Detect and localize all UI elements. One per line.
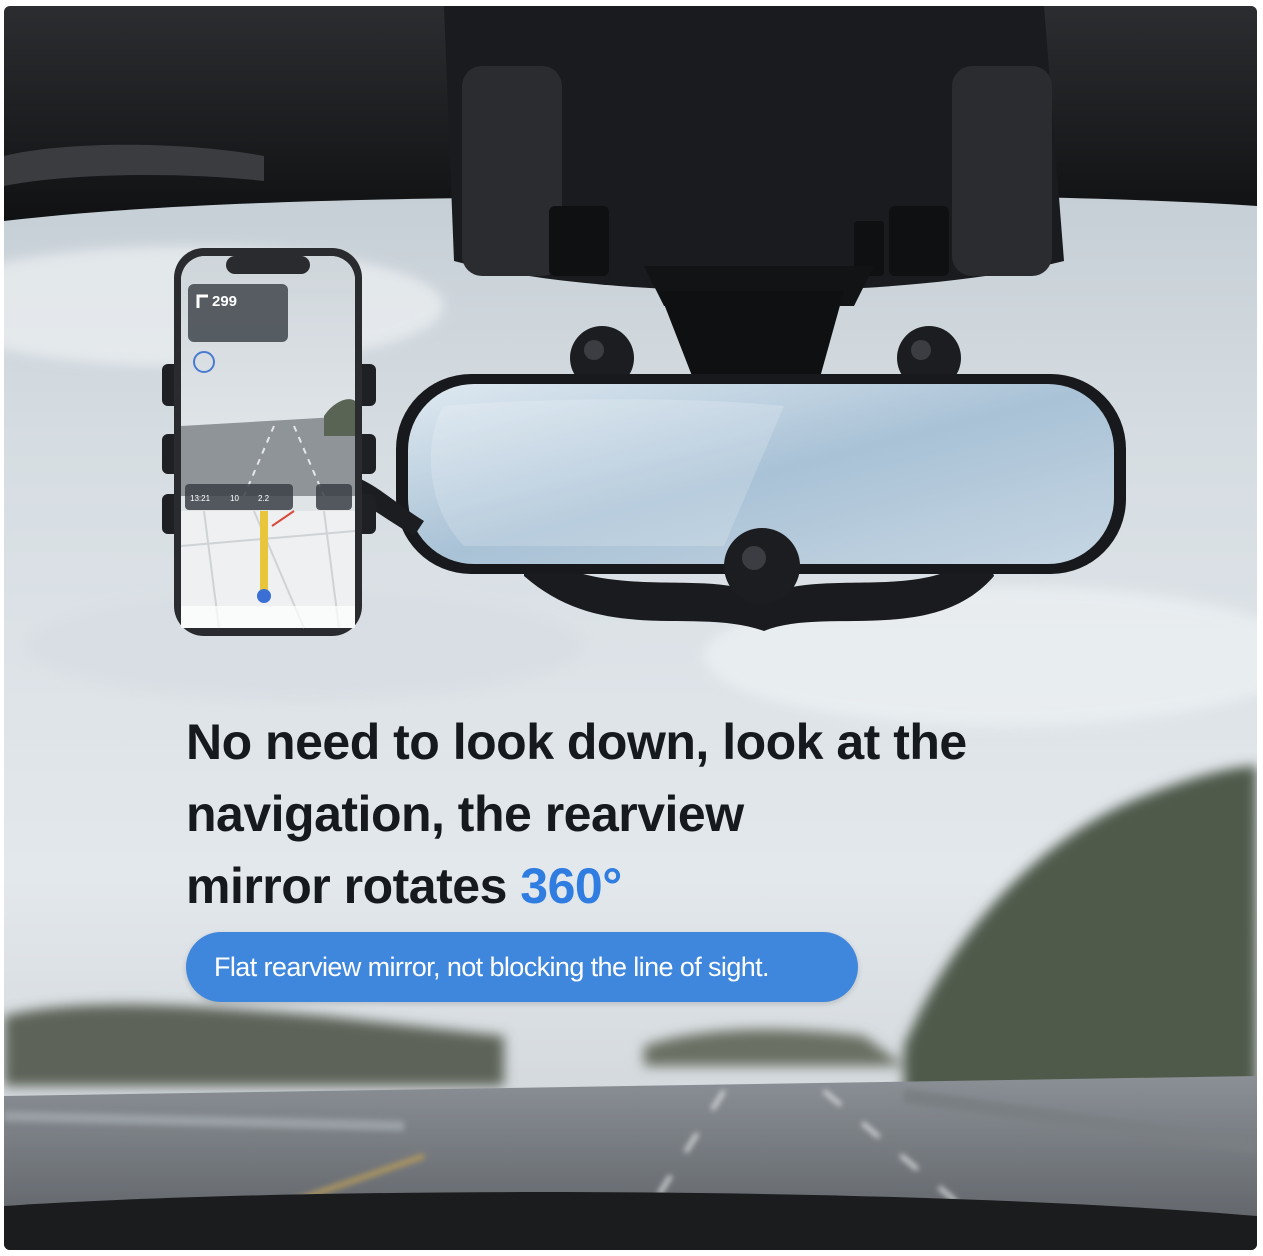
smartphone bbox=[174, 248, 362, 636]
stat-time: 13:21 bbox=[190, 494, 211, 503]
stat-b: 2.2 bbox=[258, 494, 270, 503]
location-icon bbox=[257, 589, 271, 603]
headline-line-2: navigation, the rearview bbox=[186, 786, 744, 842]
headline: No need to look down, look at the naviga… bbox=[186, 706, 1086, 922]
product-image: 299 13:21 10 2.2 No need to look down, l… bbox=[4, 6, 1257, 1250]
feature-pill: Flat rearview mirror, not blocking the l… bbox=[186, 932, 858, 1002]
headline-line-3: mirror rotates bbox=[186, 858, 507, 914]
nav-card bbox=[188, 284, 288, 342]
car-interior-scene: 299 13:21 10 2.2 bbox=[4, 6, 1257, 1250]
stat-a: 10 bbox=[230, 494, 239, 503]
route-line bbox=[260, 511, 268, 591]
headline-accent: 360° bbox=[520, 858, 622, 914]
headline-line-1: No need to look down, look at the bbox=[186, 714, 967, 770]
nav-distance: 299 bbox=[212, 293, 237, 310]
mirror-knob bbox=[724, 528, 800, 604]
overhead-console bbox=[444, 6, 1064, 306]
